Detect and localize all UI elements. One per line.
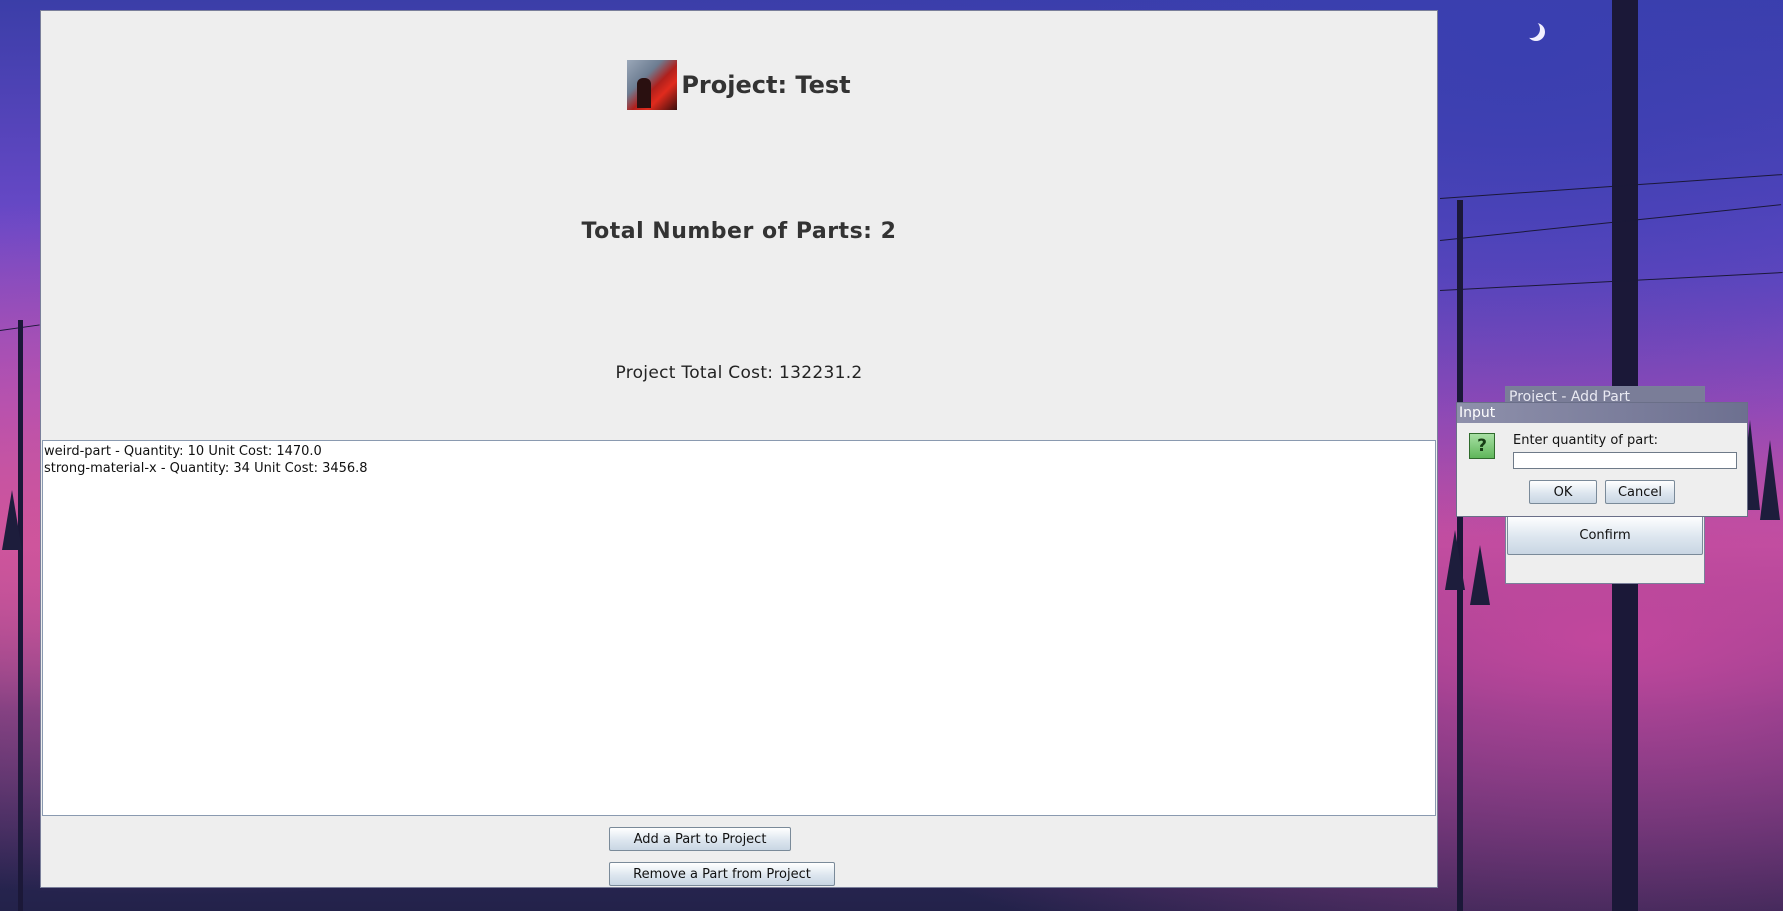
project-window: Project: Test Total Number of Parts: 2 P… [40,10,1438,888]
project-header: Project: Test [41,59,1437,111]
power-line [1439,204,1782,241]
cancel-button[interactable]: Cancel [1605,480,1675,504]
project-logo-image [627,60,678,110]
remove-part-button[interactable]: Remove a Part from Project [609,862,835,886]
dialog-title[interactable]: Input [1457,403,1747,423]
tree [1445,530,1465,590]
quantity-input[interactable] [1513,452,1737,469]
total-cost-label: Project Total Cost: 132231.2 [615,363,863,383]
list-item[interactable]: strong-material-x - Quantity: 34 Unit Co… [44,460,1434,477]
add-part-button[interactable]: Add a Part to Project [609,827,791,851]
tree [1760,440,1780,520]
confirm-button[interactable]: Confirm [1507,515,1703,555]
utility-pole [18,320,23,911]
tree [1470,545,1490,605]
project-title: Project: Test [681,71,851,99]
input-dialog: Input ? Enter quantity of part: OK Cance… [1456,402,1748,517]
parts-list[interactable]: weird-part - Quantity: 10 Unit Cost: 147… [42,440,1436,816]
ok-button[interactable]: OK [1529,480,1597,504]
tree [2,490,22,550]
moon-icon [1522,20,1540,38]
question-icon: ? [1469,433,1495,459]
dialog-message: Enter quantity of part: [1513,433,1659,448]
list-item[interactable]: weird-part - Quantity: 10 Unit Cost: 147… [44,443,1434,460]
total-parts-label: Total Number of Parts: 2 [581,219,897,244]
